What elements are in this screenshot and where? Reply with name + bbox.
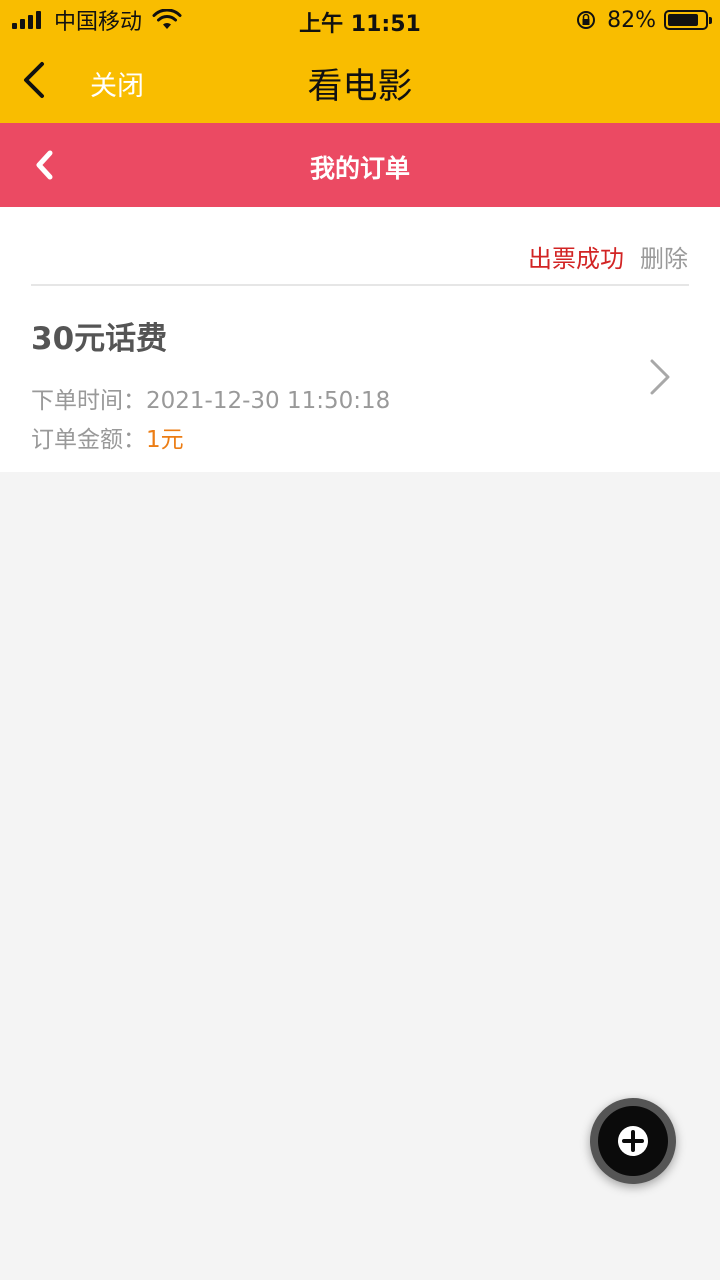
- status-bar: 中国移动 上午 11:51 82%: [0, 0, 720, 40]
- nav-bar: 关闭 看电影: [0, 40, 720, 123]
- nav-title: 看电影: [307, 67, 413, 107]
- chevron-right-icon[interactable]: [648, 357, 672, 397]
- order-card[interactable]: 出票成功 删除 30元话费 下单时间：2021-12-30 11:50:18 订…: [0, 207, 720, 472]
- order-status: 出票成功: [528, 245, 624, 273]
- battery-fill: [668, 14, 698, 26]
- battery-icon: [664, 10, 712, 30]
- floating-action-button[interactable]: [590, 1098, 676, 1184]
- battery-percent: 82%: [607, 7, 656, 33]
- page-title: 我的订单: [309, 154, 410, 183]
- plus-icon: [618, 1126, 648, 1156]
- order-time-value: 2021-12-30 11:50:18: [146, 388, 391, 414]
- divider: [31, 284, 689, 286]
- order-time-row: 下单时间：2021-12-30 11:50:18: [31, 381, 390, 415]
- page-header: 我的订单: [0, 123, 720, 207]
- delete-button[interactable]: 删除: [640, 239, 688, 274]
- status-right: 82%: [575, 6, 712, 34]
- order-time-label: 下单时间：: [31, 388, 146, 414]
- order-amount-row: 订单金额：1元: [31, 420, 184, 454]
- order-title: 30元话费: [31, 321, 168, 357]
- fab-inner: [598, 1106, 668, 1176]
- order-amount-label: 订单金额：: [31, 427, 146, 453]
- order-status-row: 出票成功 删除: [528, 239, 688, 274]
- order-amount-value: 1元: [146, 427, 184, 453]
- orientation-lock-icon: [577, 11, 596, 29]
